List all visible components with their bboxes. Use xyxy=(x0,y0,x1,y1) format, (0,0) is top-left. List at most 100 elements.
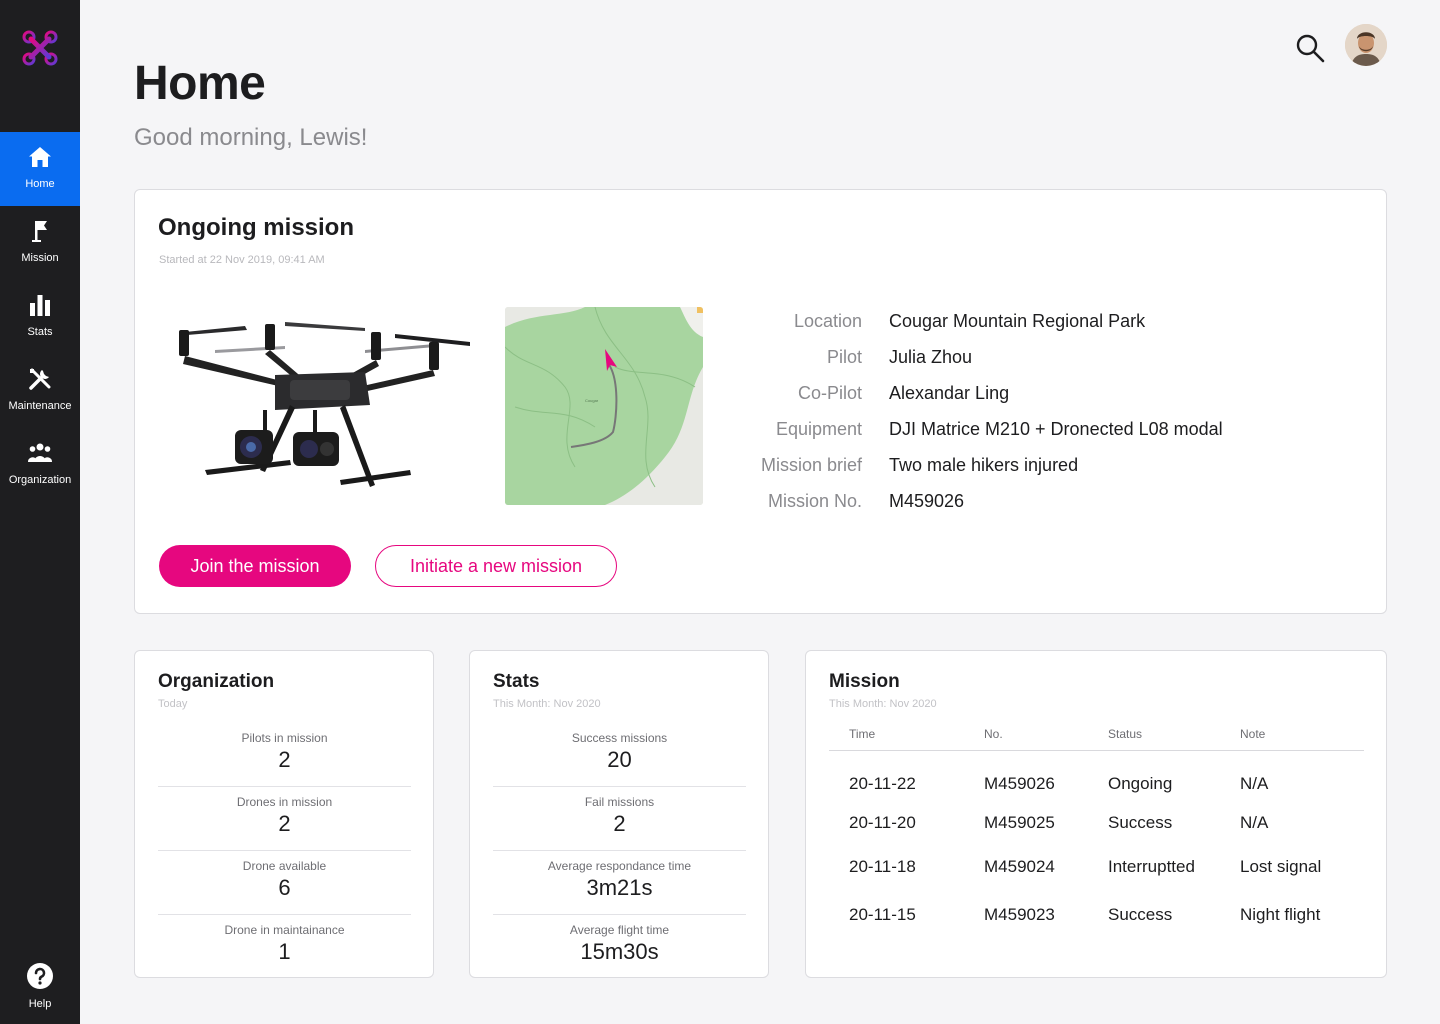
table-row[interactable]: 20-11-20 M459025 Success N/A xyxy=(829,813,1364,833)
metric: Success missions 20 xyxy=(493,723,746,787)
cell-note: N/A xyxy=(1240,813,1269,832)
people-icon xyxy=(27,443,53,462)
column-header-time: Time xyxy=(849,727,876,741)
table-header: Time No. Status Note xyxy=(829,727,1364,751)
nav-item-home[interactable]: Home xyxy=(0,132,80,206)
metric-value: 6 xyxy=(278,875,291,900)
metric-label: Drones in mission xyxy=(236,795,333,809)
metric-value: 3m21s xyxy=(586,875,653,900)
metric-label: Fail missions xyxy=(584,795,655,809)
metric-value: 15m30s xyxy=(580,939,659,964)
metric-value: 20 xyxy=(607,747,632,772)
detail-row-mission-no: Mission No. M459026 xyxy=(735,483,1223,519)
metric-label: Average flight time xyxy=(569,923,670,937)
stats-title: Stats xyxy=(493,671,540,692)
metric: Drones in mission 2 xyxy=(158,787,411,851)
metric: Drone available 6 xyxy=(158,851,411,915)
new-mission-button[interactable]: Initiate a new mission xyxy=(375,545,617,587)
detail-row-location: Location Cougar Mountain Regional Park xyxy=(735,303,1223,339)
page-title: Home xyxy=(134,57,266,110)
ongoing-mission-started: Started at 22 Nov 2019, 09:41 AM xyxy=(159,254,325,266)
svg-text:Cougar: Cougar xyxy=(585,398,599,403)
cell-status: Success xyxy=(1108,813,1173,832)
nav-item-stats[interactable]: Stats xyxy=(0,280,80,354)
nav-item-mission[interactable]: Mission xyxy=(0,206,80,280)
ongoing-mission-title: Ongoing mission xyxy=(158,214,354,241)
cell-note: Night flight xyxy=(1240,905,1321,924)
nav-label-maintenance: Maintenance xyxy=(8,400,72,412)
user-avatar[interactable] xyxy=(1345,24,1387,66)
ongoing-mission-card: Ongoing mission Started at 22 Nov 2019, … xyxy=(134,189,1387,614)
mission-map[interactable]: Cougar xyxy=(505,307,703,505)
organization-card[interactable]: Organization Today Pilots in mission 2 D… xyxy=(134,650,434,978)
column-header-status: Status xyxy=(1108,727,1143,741)
flag-icon xyxy=(32,221,47,242)
metric-value: 1 xyxy=(278,939,291,964)
detail-row-equipment: Equipment DJI Matrice M210 + Dronected L… xyxy=(735,411,1223,447)
join-mission-button[interactable]: Join the mission xyxy=(159,545,351,587)
table-row[interactable]: 20-11-18 M459024 Interruptted Lost signa… xyxy=(829,833,1364,901)
mission-table: Time No. Status Note 20-11-22 M459026 On… xyxy=(829,727,1364,929)
detail-value: Two male hikers injured xyxy=(889,454,1079,475)
column-header-note: Note xyxy=(1240,727,1266,741)
detail-row-brief: Mission brief Two male hikers injured xyxy=(735,447,1223,483)
detail-label: Co-Pilot xyxy=(797,382,862,403)
metric-label: Pilots in mission xyxy=(241,731,328,745)
detail-value: Cougar Mountain Regional Park xyxy=(889,310,1146,331)
nav-item-organization[interactable]: Organization xyxy=(0,428,80,502)
avatar-portrait-icon xyxy=(1345,24,1387,66)
cell-time: 20-11-22 xyxy=(849,774,916,793)
detail-row-pilot: Pilot Julia Zhou xyxy=(735,339,1223,375)
metric-label: Drone available xyxy=(242,859,327,873)
detail-value: DJI Matrice M210 + Dronected L08 modal xyxy=(889,418,1223,439)
nav-label-mission: Mission xyxy=(21,252,59,264)
table-row[interactable]: 20-11-15 M459023 Success Night flight xyxy=(829,901,1364,929)
cell-no: M459025 xyxy=(984,813,1055,832)
cell-note: N/A xyxy=(1240,774,1269,793)
sidebar: Home Mission Stats Maintenance Organizat… xyxy=(0,0,80,1024)
mission-title: Mission xyxy=(829,671,900,692)
stats-sub: This Month: Nov 2020 xyxy=(493,698,601,710)
tools-icon xyxy=(29,368,51,390)
cell-note: Lost signal xyxy=(1240,857,1322,876)
table-row[interactable]: 20-11-22 M459026 Ongoing N/A xyxy=(829,751,1364,813)
detail-value: Alexandar Ling xyxy=(889,382,1010,403)
detail-label: Mission brief xyxy=(760,454,862,475)
metric-value: 2 xyxy=(278,811,291,836)
cell-status: Interruptted xyxy=(1108,857,1195,876)
organization-sub: Today xyxy=(158,698,188,710)
mission-details: Location Cougar Mountain Regional Park P… xyxy=(735,303,1223,519)
search-icon[interactable] xyxy=(1294,32,1326,64)
bar-chart-icon xyxy=(30,295,50,316)
column-header-no: No. xyxy=(984,727,1003,741)
detail-row-copilot: Co-Pilot Alexandar Ling xyxy=(735,375,1223,411)
drone-image xyxy=(179,322,470,487)
nav-label-organization: Organization xyxy=(8,474,72,486)
stats-card[interactable]: Stats This Month: Nov 2020 Success missi… xyxy=(469,650,769,978)
mission-card[interactable]: Mission This Month: Nov 2020 Time No. St… xyxy=(805,650,1387,978)
nav-item-help[interactable]: Help xyxy=(0,962,80,1022)
stats-metrics: Success missions 20 Fail missions 2 Aver… xyxy=(493,723,746,979)
metric-label: Drone in maintainance xyxy=(224,923,345,937)
cell-status: Success xyxy=(1108,905,1173,924)
app-logo-icon[interactable] xyxy=(20,28,60,68)
metric: Average respondance time 3m21s xyxy=(493,851,746,915)
metric: Fail missions 2 xyxy=(493,787,746,851)
cell-time: 20-11-20 xyxy=(849,813,916,832)
nav-item-maintenance[interactable]: Maintenance xyxy=(0,354,80,428)
cell-no: M459023 xyxy=(984,905,1055,924)
detail-label: Pilot xyxy=(826,346,862,367)
detail-label: Location xyxy=(793,310,862,331)
greeting-text: Good morning, Lewis! xyxy=(134,124,368,151)
home-icon xyxy=(29,147,51,167)
nav-label-home: Home xyxy=(25,178,55,190)
organization-metrics: Pilots in mission 2 Drones in mission 2 … xyxy=(158,723,411,979)
metric-label: Average respondance time xyxy=(547,859,692,873)
cell-time: 20-11-18 xyxy=(849,857,916,876)
organization-title: Organization xyxy=(158,671,275,692)
nav-label-help: Help xyxy=(28,998,52,1010)
detail-value: M459026 xyxy=(889,490,965,511)
metric: Drone in maintainance 1 xyxy=(158,915,411,979)
metric-value: 2 xyxy=(613,811,626,836)
help-icon xyxy=(27,963,53,989)
